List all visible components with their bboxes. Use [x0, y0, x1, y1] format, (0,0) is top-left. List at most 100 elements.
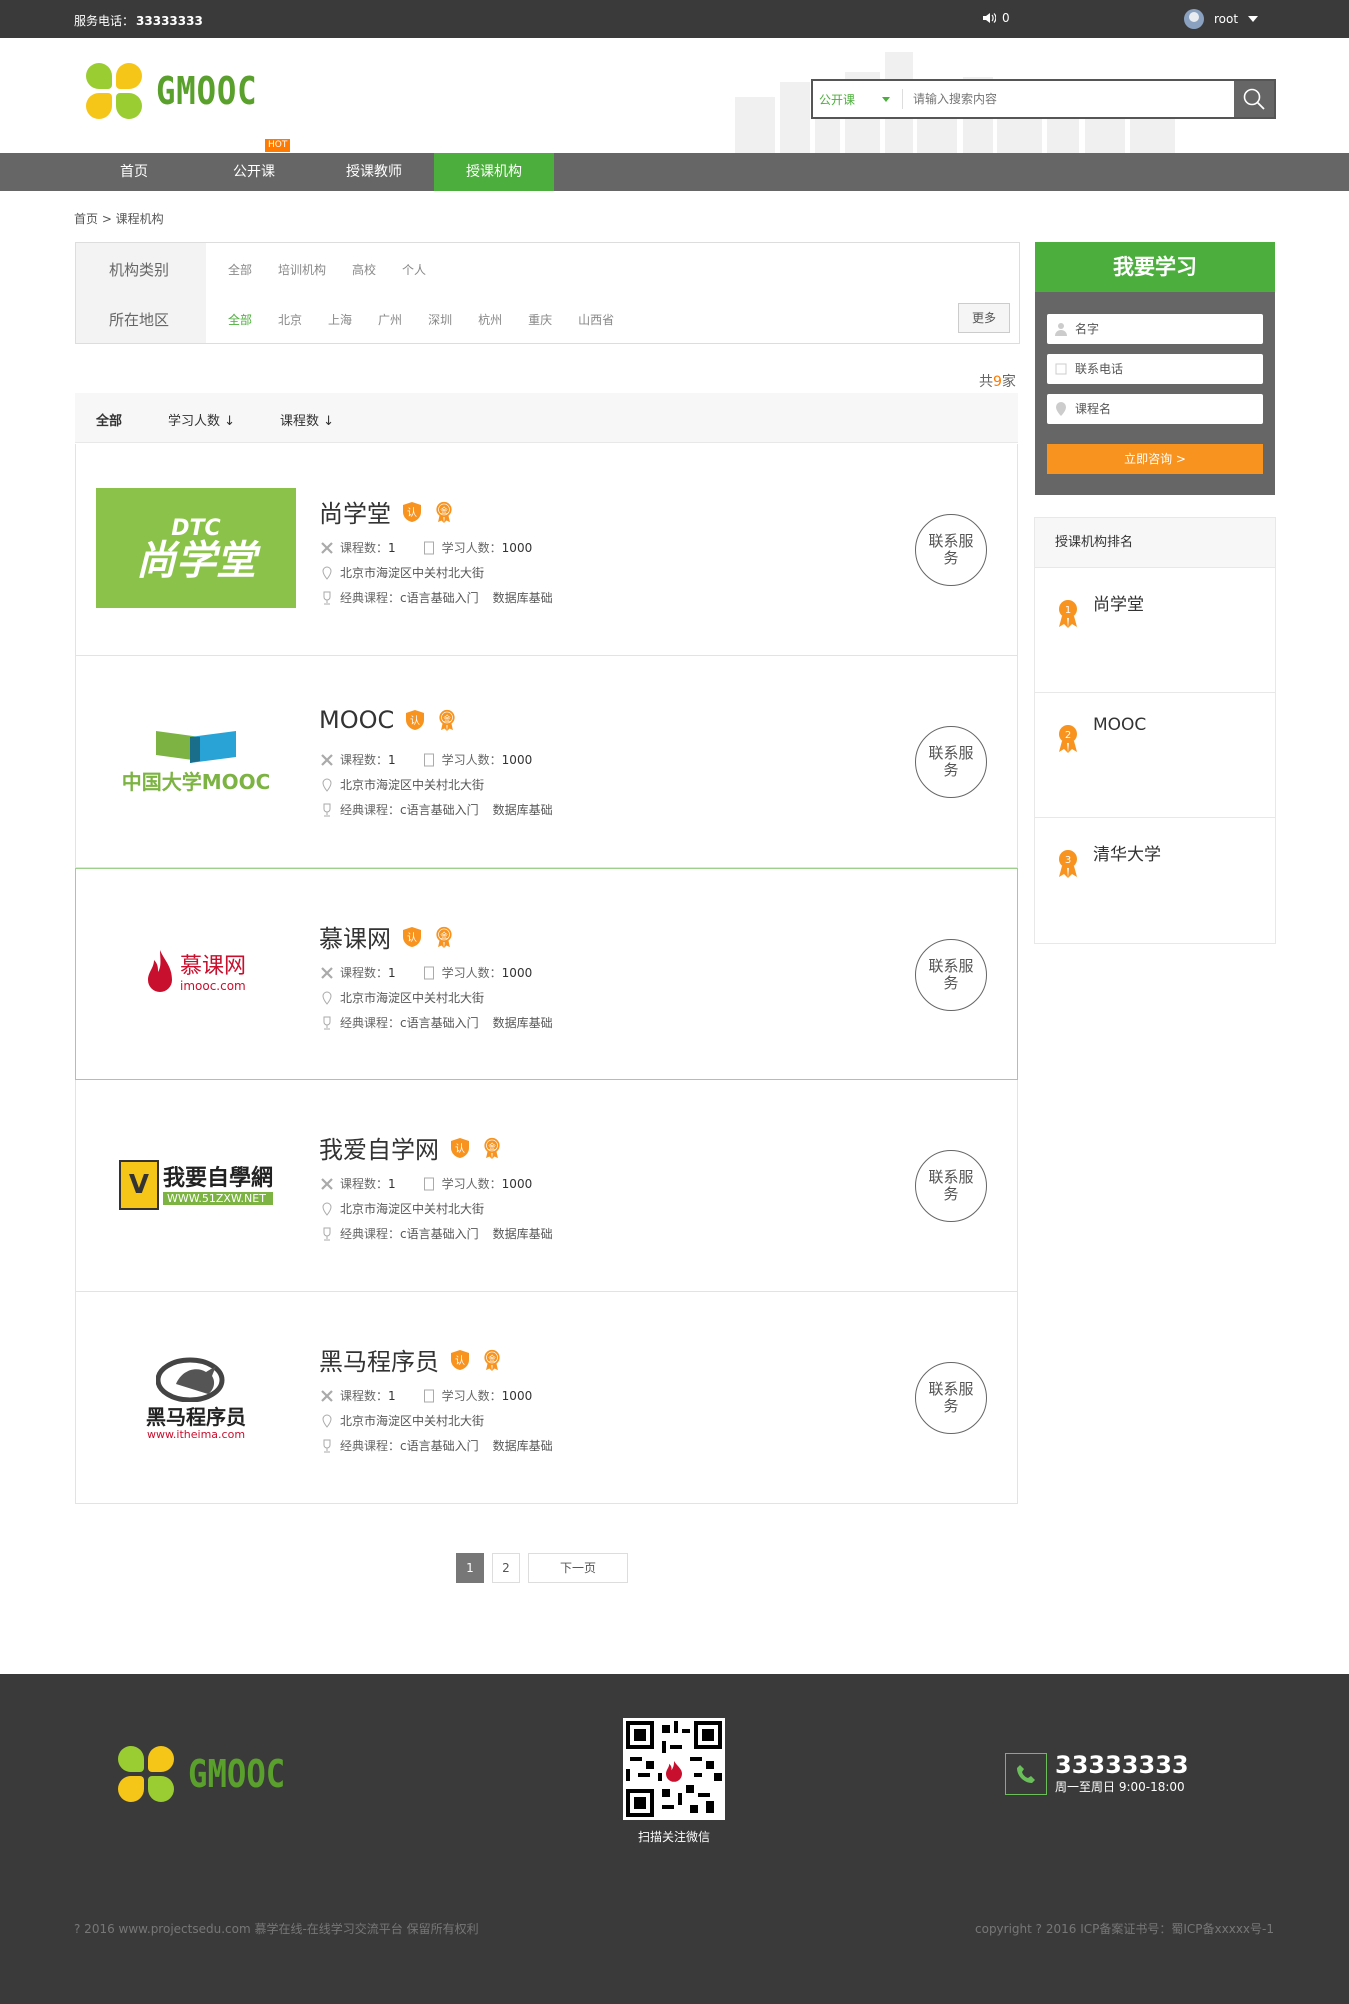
org-card[interactable]: 中国大学MOOC MOOC 认 金 课程数： 1 学习人数： 1000 北京市海淀区…	[75, 656, 1018, 868]
org-logo[interactable]: 慕课网 imooc.com	[96, 914, 296, 1034]
org-card[interactable]: 黑马程序员 www.itheima.com 黑马程序员 认 金 课程数： 1 学习…	[75, 1292, 1018, 1504]
classic-course-link[interactable]: 数据库基础	[493, 801, 553, 818]
nav-open-courses[interactable]: 公开课	[194, 153, 314, 191]
filter-category-university[interactable]: 高校	[352, 261, 376, 278]
org-stats: 课程数： 1 学习人数： 1000	[320, 1175, 532, 1192]
org-stats: 课程数： 1 学习人数： 1000	[320, 964, 532, 981]
nav-organizations[interactable]: 授课机构	[434, 153, 554, 191]
nav-home[interactable]: 首页	[74, 153, 194, 191]
next-page-button[interactable]: 下一页	[528, 1553, 628, 1583]
filter-category-individual[interactable]: 个人	[402, 261, 426, 278]
nav-teachers[interactable]: 授课教师	[314, 153, 434, 191]
search-button[interactable]	[1234, 81, 1274, 117]
classic-course-link[interactable]: 数据库基础	[493, 1014, 553, 1031]
filter-category-training[interactable]: 培训机构	[278, 261, 326, 278]
page-2[interactable]: 2	[492, 1553, 520, 1583]
logo-icon	[86, 63, 142, 119]
logo-text: GMOOC	[188, 1752, 286, 1796]
site-logo[interactable]: GMOOC	[86, 63, 275, 119]
org-card[interactable]: DTC 尚学堂 尚学堂 认 金 课程数： 1 学习人数： 1000 北京市海淀区中关…	[75, 444, 1018, 656]
ranking-org-name[interactable]: 尚学堂	[1093, 590, 1144, 615]
org-card[interactable]: V 我要自學網 WWW.51ZXW.NET 我爱自学网 认 金 课程数： 1 学习…	[75, 1080, 1018, 1292]
course-field[interactable]: 课程名	[1047, 394, 1263, 424]
org-logo[interactable]: 黑马程序员 www.itheima.com	[96, 1337, 296, 1457]
classic-course-link[interactable]: c语言基础入门	[400, 1225, 479, 1242]
contact-service-button[interactable]: 联系服务	[915, 1150, 987, 1222]
org-stats: 课程数： 1 学习人数： 1000	[320, 1387, 532, 1404]
sort-students[interactable]: 学习人数 ↓	[168, 410, 235, 429]
contact-service-button[interactable]: 联系服务	[915, 514, 987, 586]
consult-now-button[interactable]: 立即咨询 >	[1047, 444, 1263, 474]
footer-logo[interactable]: GMOOC	[118, 1746, 302, 1802]
filter-region-hangzhou[interactable]: 杭州	[478, 311, 502, 328]
location-pin-icon	[322, 1201, 332, 1216]
ranking-org-name[interactable]: MOOC	[1093, 715, 1146, 735]
document-icon	[423, 753, 434, 766]
classic-course-link[interactable]: c语言基础入门	[400, 1014, 479, 1031]
filter-category-all[interactable]: 全部	[228, 261, 252, 278]
classic-course-link[interactable]: c语言基础入门	[400, 801, 479, 818]
contact-service-button[interactable]: 联系服务	[915, 726, 987, 798]
org-logo[interactable]: 中国大学MOOC	[96, 701, 296, 821]
org-name[interactable]: 黑马程序员	[319, 1342, 439, 1377]
main-nav: 首页 公开课 HOT 授课教师 授课机构	[0, 139, 1349, 191]
org-name[interactable]: 我爱自学网	[319, 1130, 439, 1165]
region-options: 全部 北京 上海 广州 深圳 杭州 重庆 山西省	[228, 311, 640, 328]
contact-service-button[interactable]: 联系服务	[915, 939, 987, 1011]
filter-region-shanxi[interactable]: 山西省	[578, 311, 614, 328]
name-field[interactable]: 名字	[1047, 314, 1263, 344]
filter-region-shenzhen[interactable]: 深圳	[428, 311, 452, 328]
org-card[interactable]: 慕课网 imooc.com 慕课网 认 金 课程数： 1 学习人数： 1000 北京…	[75, 868, 1018, 1080]
breadcrumb[interactable]: 首页 > 课程机构	[74, 210, 164, 227]
org-name[interactable]: 慕课网	[319, 919, 391, 954]
search-category-select[interactable]: 公开课	[813, 89, 903, 109]
user-menu[interactable]: root	[1184, 9, 1259, 29]
avatar	[1184, 9, 1204, 29]
ranking-item[interactable]: 2 MOOC	[1035, 693, 1275, 818]
org-name[interactable]: 尚学堂	[319, 494, 391, 529]
classic-course-link[interactable]: c语言基础入门	[400, 1437, 479, 1454]
ranking-item[interactable]: 3 清华大学	[1035, 818, 1275, 943]
org-name[interactable]: MOOC	[319, 706, 394, 734]
filter-region-guangzhou[interactable]: 广州	[378, 311, 402, 328]
filter-region-shanghai[interactable]: 上海	[328, 311, 352, 328]
location-pin-icon	[322, 1413, 332, 1428]
classic-course-link[interactable]: c语言基础入门	[400, 589, 479, 606]
total-count: 共9家	[979, 374, 1016, 390]
org-ranking: 授课机构排名 1 尚学堂 2 MOOC 3 清华大学	[1034, 517, 1276, 944]
ranking-org-name[interactable]: 清华大学	[1093, 840, 1161, 865]
tools-icon	[321, 1389, 333, 1402]
gold-medal-icon: 金	[436, 926, 452, 948]
username: root	[1214, 12, 1239, 26]
filter-region-chongqing[interactable]: 重庆	[528, 311, 552, 328]
notification-button[interactable]: 0	[982, 11, 1010, 25]
filter-region-all[interactable]: 全部	[228, 311, 252, 328]
page-1[interactable]: 1	[456, 1553, 484, 1583]
rank-medal-icon: 3	[1059, 850, 1077, 878]
rank-medal-icon: 1	[1059, 600, 1077, 628]
svg-text:认: 认	[455, 1142, 465, 1155]
ranking-item[interactable]: 1 尚学堂	[1035, 568, 1275, 693]
classic-course-link[interactable]: 数据库基础	[493, 1437, 553, 1454]
gold-medal-icon: 金	[439, 709, 455, 731]
filter-region-beijing[interactable]: 北京	[278, 311, 302, 328]
more-regions-button[interactable]: 更多	[958, 303, 1010, 333]
trophy-icon	[323, 1439, 331, 1452]
learn-form-title: 我要学习	[1035, 242, 1275, 292]
learn-form: 我要学习 名字 联系电话 课程名 立即咨询 >	[1035, 242, 1275, 495]
phone-field[interactable]: 联系电话	[1047, 354, 1263, 384]
contact-service-button[interactable]: 联系服务	[915, 1362, 987, 1434]
sort-all[interactable]: 全部	[96, 410, 123, 446]
filter-labels: 机构类别 所在地区	[76, 243, 206, 343]
header: GMOOC 公开课	[0, 38, 1349, 153]
org-logo[interactable]: DTC 尚学堂	[96, 488, 296, 608]
org-logo[interactable]: V 我要自學網 WWW.51ZXW.NET	[96, 1125, 296, 1245]
certified-badge-icon: 认	[403, 926, 421, 947]
sort-courses[interactable]: 课程数 ↓	[280, 410, 334, 429]
classic-course-link[interactable]: 数据库基础	[493, 1225, 553, 1242]
wechat-qr-code	[623, 1718, 725, 1820]
search-input[interactable]	[903, 81, 1234, 117]
tools-icon	[321, 541, 333, 554]
classic-course-link[interactable]: 数据库基础	[493, 589, 553, 606]
org-classic-courses: 经典课程： c语言基础入门 数据库基础	[320, 589, 553, 606]
